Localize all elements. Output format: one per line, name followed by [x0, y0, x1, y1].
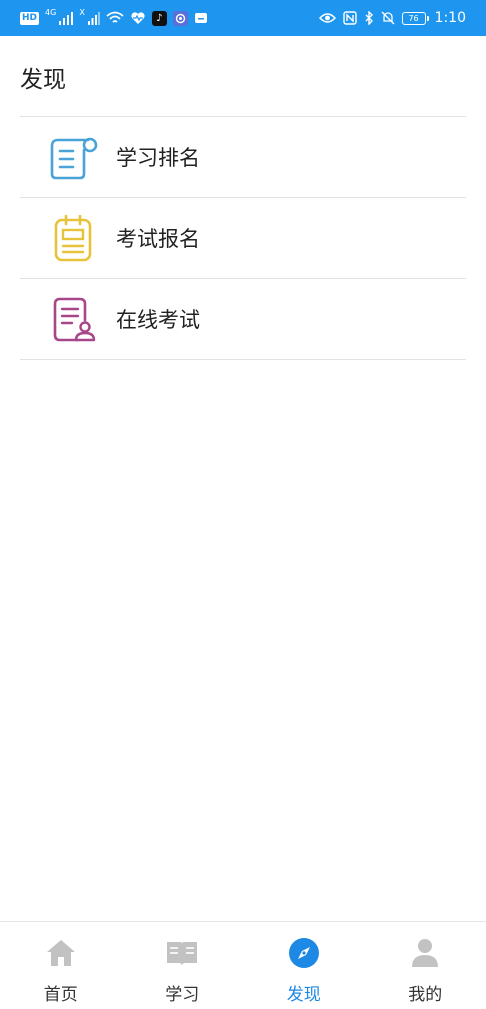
home-icon	[44, 936, 78, 970]
list-item-online-exam[interactable]: 在线考试	[20, 279, 466, 360]
douyin-app-icon: ♪	[152, 11, 167, 26]
tab-label: 我的	[365, 980, 486, 1005]
bottom-tab-bar: 首页 学习 发现	[0, 921, 486, 1009]
page-title: 发现	[20, 60, 66, 94]
bluetooth-icon	[364, 9, 374, 27]
status-bar-right: 76 1:10	[319, 9, 466, 27]
tab-label: 学习	[122, 980, 244, 1005]
tab-mine[interactable]: 我的	[365, 922, 486, 1009]
book-icon	[165, 936, 199, 970]
compass-icon	[287, 936, 321, 970]
heart-rate-icon	[130, 9, 146, 27]
signal-icon	[59, 9, 73, 27]
list-item-label: 在线考试	[116, 304, 200, 334]
status-bar: HD 4G X	[0, 0, 486, 36]
notepad-icon	[48, 215, 100, 263]
scroll-icon	[48, 134, 100, 182]
tab-label: 发现	[243, 980, 365, 1005]
tab-label: 首页	[0, 980, 122, 1005]
tab-study[interactable]: 学习	[122, 922, 244, 1009]
app-notification-icon	[173, 11, 188, 26]
message-icon	[194, 9, 208, 27]
list-item-label: 学习排名	[116, 142, 200, 172]
tab-discover[interactable]: 发现	[243, 922, 365, 1009]
user-icon	[408, 936, 442, 970]
signal-icon-2	[88, 9, 100, 27]
status-bar-left: HD 4G X	[20, 9, 208, 27]
list-item-label: 考试报名	[116, 223, 200, 253]
list-item-study-ranking[interactable]: 学习排名	[20, 117, 466, 198]
battery-icon: 76	[402, 12, 426, 25]
network-type-label: 4G	[45, 9, 56, 17]
wifi-icon	[106, 9, 124, 27]
discover-list: 学习排名 考试报名 在线考试	[20, 116, 466, 360]
list-item-exam-registration[interactable]: 考试报名	[20, 198, 466, 279]
nfc-icon	[343, 9, 357, 27]
hd-badge: HD	[20, 12, 39, 25]
eye-comfort-icon	[319, 9, 336, 27]
mute-bell-icon	[381, 9, 395, 27]
no-service-label: X	[79, 9, 84, 17]
clock-time: 1:10	[435, 10, 466, 26]
tab-home[interactable]: 首页	[0, 922, 122, 1009]
exam-paper-icon	[48, 296, 100, 344]
